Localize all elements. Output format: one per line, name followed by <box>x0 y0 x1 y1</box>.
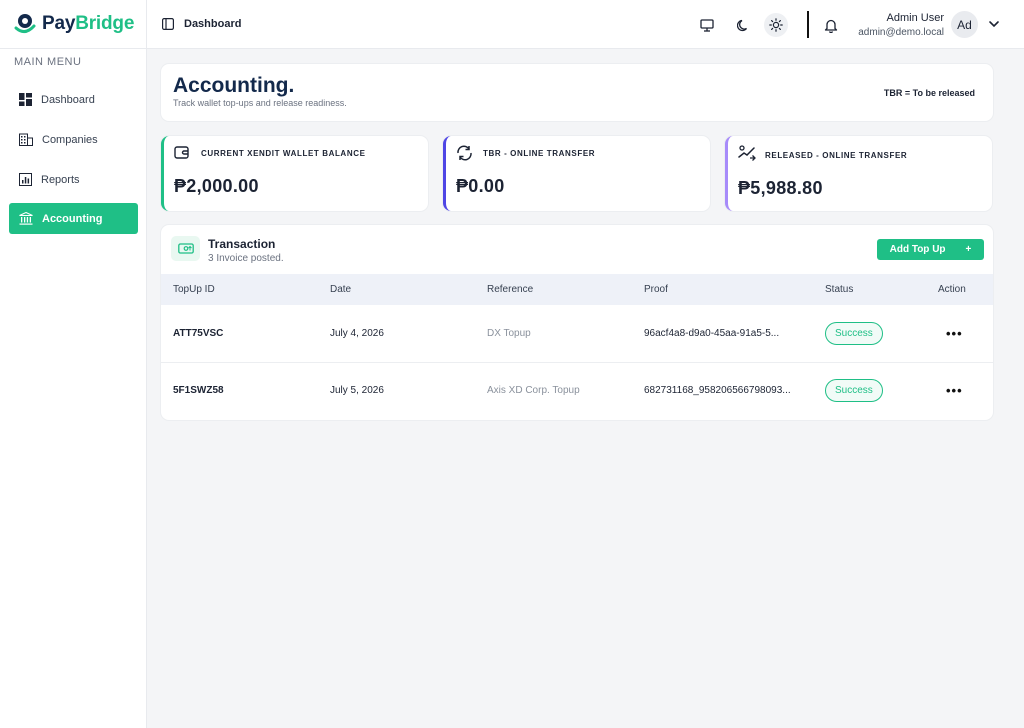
sidebar-toggle-icon[interactable] <box>162 17 175 35</box>
sidebar-item-label: Accounting <box>42 212 103 225</box>
stat-label: Released - Online Transfer <box>765 151 908 160</box>
monitor-icon[interactable] <box>695 13 719 37</box>
sidebar-item-label: Dashboard <box>41 93 95 106</box>
brand-logo[interactable]: PayBridge <box>14 12 134 36</box>
date-cell: July 4, 2026 <box>318 305 475 363</box>
sidebar-item-companies[interactable]: Companies <box>9 124 138 155</box>
reference-cell: DX Topup <box>475 305 632 363</box>
released-transfer-icon <box>738 145 756 166</box>
sidebar-item-dashboard[interactable]: Dashboard <box>9 84 138 115</box>
building-icon <box>19 133 33 146</box>
date-cell: July 5, 2026 <box>330 385 384 397</box>
status-badge: Success <box>825 379 883 403</box>
moon-icon[interactable] <box>731 13 755 37</box>
tbr-legend-note: TBR = To be released <box>883 88 975 98</box>
user-name: Admin User <box>886 12 944 24</box>
bell-icon[interactable] <box>819 13 843 37</box>
add-top-up-button[interactable]: Add Top Up + <box>877 239 984 260</box>
avatar[interactable]: Ad <box>951 11 978 38</box>
stat-card-tbr-transfer: TBR - Online Transfer ₱0.00 <box>443 136 710 211</box>
transactions-subtitle: 3 Invoice posted. <box>208 253 284 264</box>
stat-value: ₱5,988.80 <box>738 178 823 198</box>
brand-name: PayBridge <box>42 13 135 34</box>
table-row[interactable]: 5F1SWZ58 July 5, 2026 Axis XD Corp. Topu… <box>161 362 993 419</box>
sidebar: PayBridge MAIN MENU Dashboard Companies … <box>0 0 147 728</box>
header-divider <box>807 11 809 38</box>
add-top-up-label: Add Top Up <box>889 244 946 255</box>
column-header-action: Action <box>926 274 993 305</box>
stat-value: ₱2,000.00 <box>174 176 259 196</box>
column-header-topup-id[interactable]: TopUp ID <box>161 274 318 305</box>
status-cell: Success <box>813 362 926 419</box>
sidebar-item-label: Reports <box>41 173 80 186</box>
table-header-row: TopUp ID Date Reference Proof Status Act… <box>161 274 993 305</box>
proof-cell[interactable]: 96acf4a8-d9a0-45aa-91a5-5... <box>632 305 813 363</box>
dashboard-grid-icon <box>19 93 32 106</box>
sidebar-item-reports[interactable]: Reports <box>9 164 138 195</box>
topup-id-cell: ATT75VSC <box>161 305 318 363</box>
reference-cell: Axis XD Corp. Topup <box>487 385 580 397</box>
page-header-card: Accounting. Track wallet top-ups and rel… <box>161 64 993 121</box>
sidebar-divider <box>0 48 147 49</box>
paybridge-logo-icon <box>14 14 36 33</box>
top-header: Dashboard Admin User admin@demo.local Ad <box>147 0 1024 49</box>
chevron-down-icon[interactable] <box>988 17 1000 35</box>
column-header-status[interactable]: Status <box>813 274 926 305</box>
user-email: admin@demo.local <box>858 27 944 38</box>
transactions-card: Transaction 3 Invoice posted. Add Top Up… <box>161 225 993 420</box>
wallet-icon <box>174 145 190 165</box>
sun-icon[interactable] <box>764 13 788 37</box>
column-header-proof[interactable]: Proof <box>632 274 813 305</box>
more-actions-icon[interactable]: ••• <box>938 326 963 341</box>
page-title: Accounting. <box>173 74 295 97</box>
transactions-title: Transaction <box>208 237 276 251</box>
stat-card-released-transfer: Released - Online Transfer ₱5,988.80 <box>725 136 992 211</box>
page-subtitle: Track wallet top-ups and release readine… <box>173 98 347 108</box>
report-chart-icon <box>19 173 32 186</box>
transfer-icon <box>456 145 473 166</box>
stat-value: ₱0.00 <box>456 176 505 196</box>
menu-heading: MAIN MENU <box>14 56 82 68</box>
stat-label: TBR - Online Transfer <box>483 149 596 158</box>
status-badge: Success <box>825 321 883 345</box>
action-cell: ••• <box>926 362 993 419</box>
action-cell: ••• <box>926 305 993 363</box>
transactions-table: TopUp ID Date Reference Proof Status Act… <box>161 274 993 419</box>
cash-topup-icon <box>171 236 200 261</box>
bank-icon <box>19 212 33 225</box>
more-actions-icon[interactable]: ••• <box>938 383 963 398</box>
column-header-date[interactable]: Date <box>318 274 475 305</box>
plus-icon: + <box>965 244 972 255</box>
stat-card-wallet-balance: Current Xendit Wallet Balance ₱2,000.00 <box>161 136 428 211</box>
header-title: Dashboard <box>184 18 242 30</box>
table-row[interactable]: ATT75VSC July 4, 2026 DX Topup 96acf4a8-… <box>161 305 993 363</box>
proof-cell[interactable]: 682731168_958206566798093... <box>632 362 813 419</box>
sidebar-item-label: Companies <box>42 133 98 146</box>
stat-label: Current Xendit Wallet Balance <box>201 149 366 158</box>
status-cell: Success <box>813 305 926 363</box>
sidebar-item-accounting[interactable]: Accounting <box>9 203 138 234</box>
topup-id-cell: 5F1SWZ58 <box>173 385 224 397</box>
column-header-reference[interactable]: Reference <box>475 274 632 305</box>
